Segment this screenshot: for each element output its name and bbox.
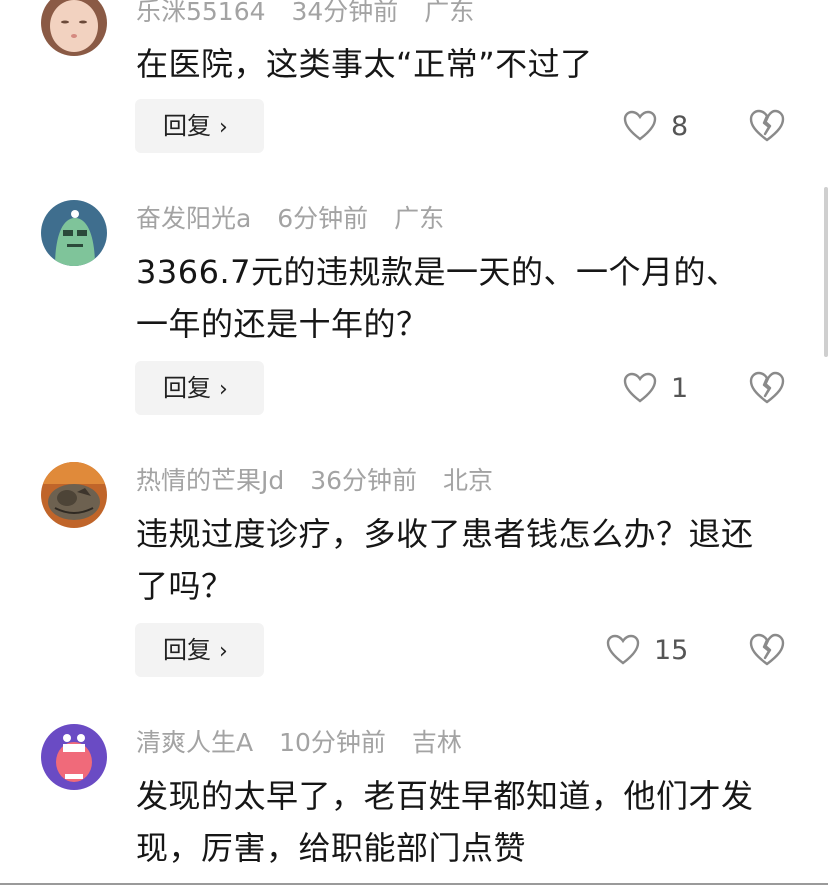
avatar[interactable] [41,0,107,56]
timestamp: 10分钟前 [279,728,386,757]
avatar[interactable] [41,724,107,790]
reply-button[interactable]: 回复 › [135,623,264,677]
location: 北京 [442,466,493,495]
green-cartoon-avatar-icon [41,200,107,266]
timestamp: 6分钟前 [277,204,369,233]
timestamp: 36分钟前 [310,466,418,495]
comment-meta: 奋发阳光a 6分钟前 广东 [136,204,462,234]
comment-text: 发现的太早了，老百姓早都知道，他们才发现，厉害，给职能部门点赞 [136,777,754,867]
comment-meta: 热情的芒果Jd 36分钟前 北京 [136,466,511,496]
like-button[interactable]: 8 [623,110,688,142]
broken-heart-icon [749,633,785,666]
timestamp: 34分钟前 [291,0,399,26]
location: 广东 [394,204,445,233]
scrollbar[interactable] [824,187,828,357]
broken-heart-icon [749,109,785,142]
avatar[interactable] [41,200,107,266]
username[interactable]: 乐洣55164 [136,0,266,26]
reply-label: 回复 [163,636,211,664]
dislike-button[interactable] [749,633,785,667]
baby-face-avatar-icon [41,0,107,56]
location: 吉林 [411,728,462,757]
username[interactable]: 奋发阳光a [136,204,251,233]
like-count: 15 [654,634,689,666]
like-count: 1 [671,372,689,404]
heart-icon [623,110,657,141]
username[interactable]: 清爽人生A [136,728,253,757]
heart-icon [606,634,640,665]
avatar[interactable] [41,462,107,528]
comment-text: 违规过度诊疗，多收了患者钱怎么办？退还了吗？ [136,515,754,605]
location: 广东 [424,0,475,26]
reply-label: 回复 [163,374,211,402]
cat-photo-avatar-icon [41,462,107,528]
reply-label: 回复 [163,112,211,140]
comment-meta: 清爽人生A 10分钟前 吉林 [136,728,480,758]
reply-button[interactable]: 回复 › [135,99,264,153]
comment-text: 3366.7元的违规款是一天的、一个月的、一年的还是十年的？ [136,253,739,343]
chevron-right-icon: › [219,639,228,664]
like-count: 8 [671,110,689,142]
username[interactable]: 热情的芒果Jd [136,466,284,495]
like-button[interactable]: 15 [606,634,688,666]
reply-button[interactable]: 回复 › [135,361,264,415]
purple-cartoon-avatar-icon [41,724,107,790]
chevron-right-icon: › [219,115,228,140]
dislike-button[interactable] [749,109,785,143]
heart-icon [623,372,657,403]
comment-meta: 乐洣55164 34分钟前 广东 [136,0,492,27]
broken-heart-icon [749,371,785,404]
comment-text: 在医院，这类事太“正常”不过了 [136,45,593,83]
like-button[interactable]: 1 [623,372,688,404]
dislike-button[interactable] [749,371,785,405]
chevron-right-icon: › [219,377,228,402]
